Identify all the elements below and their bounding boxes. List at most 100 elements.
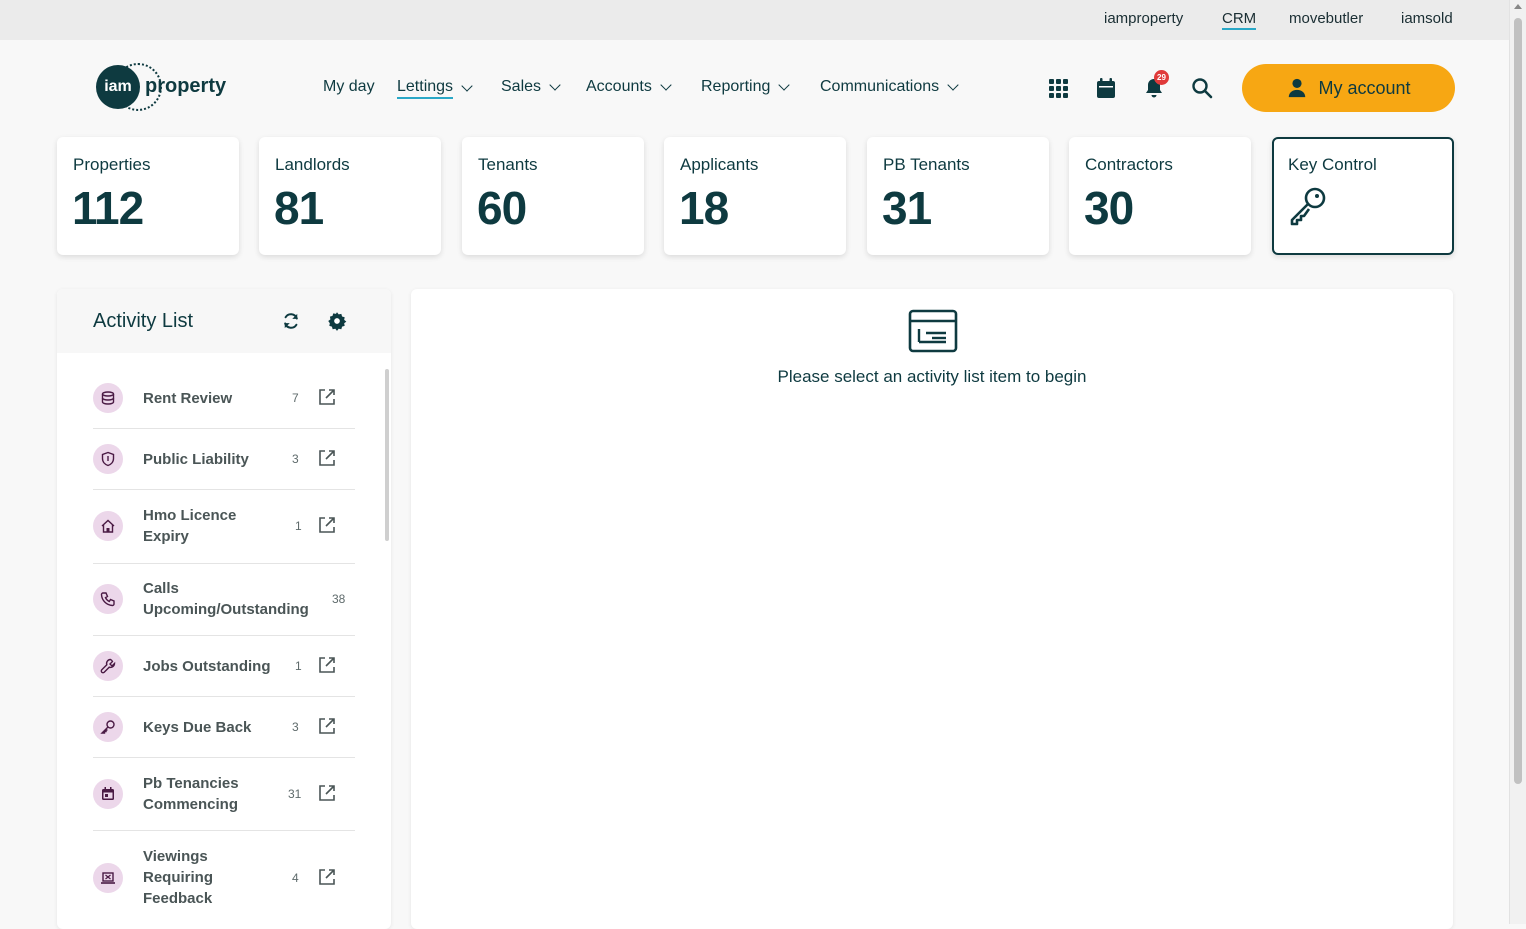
stat-label: Tenants — [478, 155, 538, 174]
stat-label: Applicants — [680, 155, 759, 174]
user-icon — [1289, 78, 1306, 98]
nav-accounts[interactable]: Accounts — [586, 78, 672, 96]
stat-card-properties[interactable]: Properties 112 — [57, 137, 239, 255]
brand-link-iamsold[interactable]: iamsold — [1401, 10, 1453, 27]
stat-value: 112 — [72, 182, 144, 234]
page-scrollbar[interactable] — [1509, 0, 1526, 924]
external-link-icon[interactable] — [317, 448, 337, 468]
brand-link-iamproperty[interactable]: iamproperty — [1104, 10, 1183, 27]
nav-communications[interactable]: Communications — [820, 78, 959, 96]
nav-label: My day — [323, 78, 375, 95]
activity-item-count: 31 — [288, 787, 302, 801]
external-link-icon[interactable] — [317, 655, 337, 675]
activity-item-name: Hmo Licence Expiry — [143, 507, 237, 545]
stat-value: 30 — [1084, 182, 1134, 234]
brand-link-movebutler[interactable]: movebutler — [1289, 10, 1363, 27]
stat-card-applicants[interactable]: Applicants 18 — [664, 137, 846, 255]
shield-icon — [93, 444, 123, 474]
stat-card-tenants[interactable]: Tenants 60 — [462, 137, 644, 255]
activity-item-count: 3 — [292, 452, 299, 466]
stat-card-contractors[interactable]: Contractors 30 — [1069, 137, 1251, 255]
activity-item-hmo-licence-expiry[interactable]: Hmo Licence Expiry 1 — [93, 490, 355, 564]
nav-reporting[interactable]: Reporting — [701, 78, 791, 96]
key-icon — [1290, 187, 1326, 226]
wrench-icon — [93, 651, 123, 681]
stat-value: 18 — [679, 182, 729, 234]
iamproperty-logo[interactable]: iam property — [96, 63, 236, 111]
chevron-down-icon — [947, 78, 959, 91]
activity-item-name: Calls Upcoming/Outstanding — [143, 580, 309, 618]
activity-item-name: Viewings Requiring Feedback — [143, 848, 213, 907]
activity-item-public-liability[interactable]: Public Liability 3 — [93, 429, 355, 490]
activity-item-name: Jobs Outstanding — [143, 658, 271, 675]
activity-detail-panel: Please select an activity list item to b… — [411, 289, 1453, 929]
house-icon — [93, 511, 123, 541]
phone-icon — [93, 584, 123, 614]
activity-item-count: 3 — [292, 720, 299, 734]
external-link-icon[interactable] — [317, 716, 337, 736]
external-link-icon[interactable] — [317, 783, 337, 803]
brand-link-crm[interactable]: CRM — [1222, 10, 1257, 30]
activity-list-panel: Activity List Rent Review 7 Public Liabi… — [57, 289, 391, 929]
calendar-icon[interactable] — [1094, 76, 1118, 100]
activity-item-name: Keys Due Back — [143, 719, 252, 736]
my-account-button[interactable]: My account — [1242, 64, 1455, 112]
activity-item-count: 4 — [292, 871, 299, 885]
chevron-down-icon — [549, 78, 561, 91]
scroll-up-arrow[interactable] — [1514, 4, 1522, 9]
nav-label: Communications — [820, 78, 940, 95]
activity-item-rent-review[interactable]: Rent Review 7 — [93, 369, 355, 429]
activity-item-count: 7 — [292, 391, 299, 405]
search-icon[interactable] — [1190, 76, 1214, 100]
logo-circle: iam — [96, 65, 140, 109]
scrollbar-thumb[interactable] — [1514, 18, 1522, 784]
activity-item-name: Rent Review — [143, 390, 233, 407]
external-link-icon[interactable] — [317, 387, 337, 407]
chevron-down-icon — [778, 78, 791, 91]
nav-label: Lettings — [397, 78, 454, 99]
activity-item-count: 1 — [295, 519, 302, 533]
nav-lettings[interactable]: Lettings — [397, 78, 473, 99]
empty-state-message: Please select an activity list item to b… — [777, 367, 1087, 386]
stat-label: Properties — [73, 155, 151, 174]
stat-value: 81 — [274, 182, 324, 234]
nav-sales[interactable]: Sales — [501, 78, 561, 96]
activity-item-name: Public Liability — [143, 451, 249, 468]
list-card-icon — [908, 309, 958, 353]
brand-bar: iamproperty CRM movebutler iamsold — [0, 0, 1510, 40]
stat-card-key-control[interactable]: Key Control — [1272, 137, 1454, 255]
nav-my-day[interactable]: My day — [323, 78, 375, 96]
key-icon — [93, 712, 123, 742]
activity-list-scrollbar[interactable] — [385, 369, 389, 541]
activity-item-count: 38 — [332, 592, 346, 606]
activity-list-header: Activity List — [57, 289, 391, 353]
stat-label: Contractors — [1085, 155, 1173, 174]
external-link-icon[interactable] — [317, 515, 337, 535]
notification-badge: 29 — [1154, 70, 1169, 85]
coins-icon — [93, 383, 123, 413]
activity-item-calls-upcoming[interactable]: Calls Upcoming/Outstanding 38 — [93, 564, 355, 636]
stat-card-pb-tenants[interactable]: PB Tenants 31 — [867, 137, 1049, 255]
activity-list-title: Activity List — [93, 310, 194, 332]
activity-item-count: 1 — [295, 659, 302, 673]
apps-grid-icon[interactable] — [1046, 76, 1070, 100]
activity-item-jobs-outstanding[interactable]: Jobs Outstanding 1 — [93, 636, 355, 697]
my-account-label: My account — [1318, 77, 1411, 98]
activity-item-keys-due-back[interactable]: Keys Due Back 3 — [93, 697, 355, 758]
stat-card-landlords[interactable]: Landlords 81 — [259, 137, 441, 255]
stat-label: Landlords — [275, 155, 350, 174]
activity-item-pb-tenancies-commencing[interactable]: Pb Tenancies Commencing 31 — [93, 758, 355, 831]
activity-item-name: Pb Tenancies Commencing — [143, 775, 239, 813]
external-link-icon[interactable] — [317, 867, 337, 887]
stat-value: 60 — [477, 182, 527, 234]
stat-value: 31 — [882, 182, 932, 234]
chevron-down-icon — [660, 78, 672, 91]
nav-label: Reporting — [701, 78, 771, 95]
gear-icon[interactable] — [327, 311, 347, 331]
activity-item-viewings-requiring-feedback[interactable]: Viewings Requiring Feedback 4 — [93, 831, 355, 925]
refresh-icon[interactable] — [281, 311, 301, 331]
logo-word: property — [145, 75, 227, 97]
nav-label: Sales — [501, 78, 542, 95]
chevron-down-icon — [461, 80, 473, 92]
stat-label: Key Control — [1288, 155, 1377, 174]
